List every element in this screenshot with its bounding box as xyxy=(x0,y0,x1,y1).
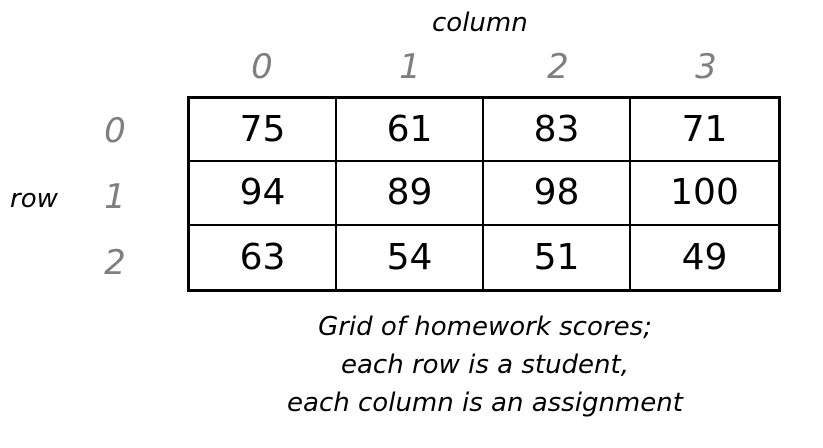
caption-line-3: each column is an assignment xyxy=(287,388,683,418)
grid-cell-r0-c1: 61 xyxy=(337,99,484,163)
column-index-1: 1 xyxy=(399,47,421,87)
grid-cell-r1-c3: 100 xyxy=(631,162,778,226)
column-index-0: 0 xyxy=(251,47,273,87)
row-axis-label: row xyxy=(10,184,58,214)
row-index-0: 0 xyxy=(104,111,126,151)
column-index-3: 3 xyxy=(695,47,717,87)
grid-cell-r0-c3: 71 xyxy=(631,99,778,163)
column-index-2: 2 xyxy=(547,47,569,87)
grid-cell-r1-c1: 89 xyxy=(337,162,484,226)
grid-cell-r2-c0: 63 xyxy=(190,225,337,289)
grid-cell-r1-c2: 98 xyxy=(484,162,631,226)
grid-cell-r0-c2: 83 xyxy=(484,99,631,163)
grid-cell-r0-c0: 75 xyxy=(190,99,337,163)
grid-cell-r2-c2: 51 xyxy=(484,225,631,289)
row-index-1: 1 xyxy=(104,177,126,217)
row-index-2: 2 xyxy=(104,243,126,283)
column-axis-label: column xyxy=(432,8,528,38)
grid-cell-r1-c0: 94 xyxy=(190,162,337,226)
grid-cell-r2-c3: 49 xyxy=(681,236,728,278)
scores-grid: 75 61 83 71 94 89 98 100 63 54 51 49 xyxy=(187,96,781,292)
caption-line-2: each row is a student, xyxy=(341,350,629,380)
grid-cell-r2-c1: 54 xyxy=(337,225,484,289)
caption-line-1: Grid of homework scores; xyxy=(318,312,652,342)
caption: Grid of homework scores; each row is a s… xyxy=(200,308,770,422)
